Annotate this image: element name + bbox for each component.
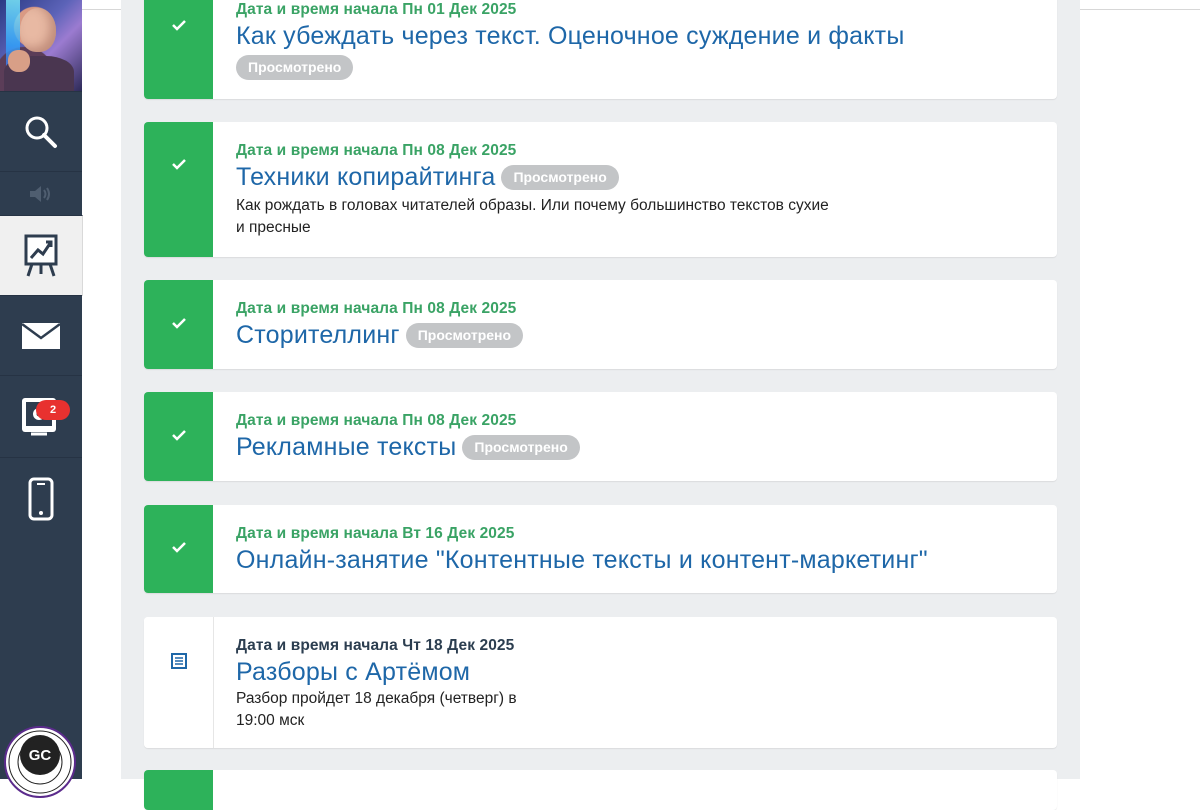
lesson-card[interactable]: Дата и время начала Пн 08 Дек 2025 Стори… <box>144 280 1057 369</box>
sidebar-item-mobile[interactable] <box>0 457 82 540</box>
lesson-description: 19:00 мск <box>236 712 305 729</box>
sidebar: 2 GC <box>0 0 83 798</box>
lesson-body: Дата и время начала Пн 01 Дек 2025 Как у… <box>236 1 1037 80</box>
chart-board-icon <box>24 234 58 277</box>
document-list-icon <box>170 653 187 669</box>
avatar-head <box>20 8 56 52</box>
lesson-body: Дата и время начала Пн 08 Дек 2025 Техни… <box>236 142 1037 239</box>
lesson-title[interactable]: Онлайн-занятие "Контентные тексты и конт… <box>236 545 1037 576</box>
lesson-description: Разбор пройдет 18 декабря (четверг) в <box>236 690 517 707</box>
lesson-body: Дата и время начала Чт 18 Дек 2025 Разбо… <box>236 637 1037 732</box>
lesson-status-marker <box>144 392 213 481</box>
lesson-date: Дата и время начала Пн 08 Дек 2025 <box>236 300 517 317</box>
lesson-card[interactable]: Дата и время начала Пн 08 Дек 2025 Рекла… <box>144 392 1057 481</box>
lesson-card[interactable]: Дата и время начала Чт 18 Дек 2025 Разбо… <box>144 617 1057 748</box>
check-icon <box>171 20 186 31</box>
check-icon <box>171 159 186 170</box>
lesson-body: Дата и время начала Пн 08 Дек 2025 Стори… <box>236 300 1037 351</box>
lesson-status-marker <box>144 505 213 593</box>
avatar[interactable] <box>0 0 82 91</box>
avatar-hand <box>8 50 30 72</box>
sidebar-item-search[interactable] <box>0 91 82 172</box>
status-badge: Просмотрено <box>462 435 580 460</box>
status-badge: Просмотрено <box>501 165 619 190</box>
lesson-date: Дата и время начала Пн 08 Дек 2025 <box>236 412 517 429</box>
lesson-status-marker <box>144 280 213 369</box>
lesson-date: Дата и время начала Чт 18 Дек 2025 <box>236 637 515 654</box>
lesson-description: Как рождать в головах читателей образы. … <box>236 197 829 214</box>
lesson-card[interactable]: Дата и время начала Вт 16 Дек 2025 Онлай… <box>144 505 1057 593</box>
sidebar-item-notifications[interactable]: 2 <box>0 375 82 458</box>
check-icon <box>171 430 186 441</box>
logo-ring-icon <box>8 730 72 794</box>
lesson-date: Дата и время начала Пн 01 Дек 2025 <box>236 1 517 18</box>
sidebar-item-sound[interactable] <box>0 171 82 216</box>
lesson-title[interactable]: Рекламные тексты <box>236 432 456 463</box>
status-badge: Просмотрено <box>405 323 524 348</box>
lesson-date: Дата и время начала Пн 08 Дек 2025 <box>236 142 517 159</box>
check-icon <box>171 318 186 329</box>
lesson-status-marker <box>144 122 213 257</box>
lesson-status-marker <box>144 617 214 748</box>
mail-icon <box>21 322 61 349</box>
lesson-title[interactable]: Разборы с Артёмом <box>236 657 1037 688</box>
lesson-body: Дата и время начала Вт 16 Дек 2025 Онлай… <box>236 525 1037 576</box>
check-icon <box>171 542 186 553</box>
notification-badge: 2 <box>36 400 70 420</box>
lesson-title[interactable]: Как убеждать через текст. Оценочное сужд… <box>236 21 1037 52</box>
phone-icon <box>28 477 54 521</box>
lesson-date: Дата и время начала Вт 16 Дек 2025 <box>236 525 515 542</box>
lesson-status-marker <box>144 0 213 99</box>
sidebar-item-messages[interactable] <box>0 295 82 376</box>
lesson-card[interactable]: Дата и время начала Пн 08 Дек 2025 Техни… <box>144 122 1057 257</box>
sidebar-item-trainings[interactable] <box>0 215 83 296</box>
lesson-description: и пресные <box>236 219 311 236</box>
lesson-body: Дата и время начала Пн 08 Дек 2025 Рекла… <box>236 412 1037 463</box>
lesson-title[interactable]: Сторителлинг <box>236 320 400 351</box>
lesson-card[interactable]: Дата и время начала Пн 01 Дек 2025 Как у… <box>144 0 1057 99</box>
lesson-card[interactable] <box>144 770 1057 810</box>
speaker-icon <box>30 186 50 202</box>
status-badge: Просмотрено <box>236 55 354 80</box>
verified-logo: GC <box>4 726 76 798</box>
lesson-status-marker <box>144 770 213 810</box>
lesson-title[interactable]: Техники копирайтинга <box>236 162 495 193</box>
search-icon <box>25 116 57 148</box>
